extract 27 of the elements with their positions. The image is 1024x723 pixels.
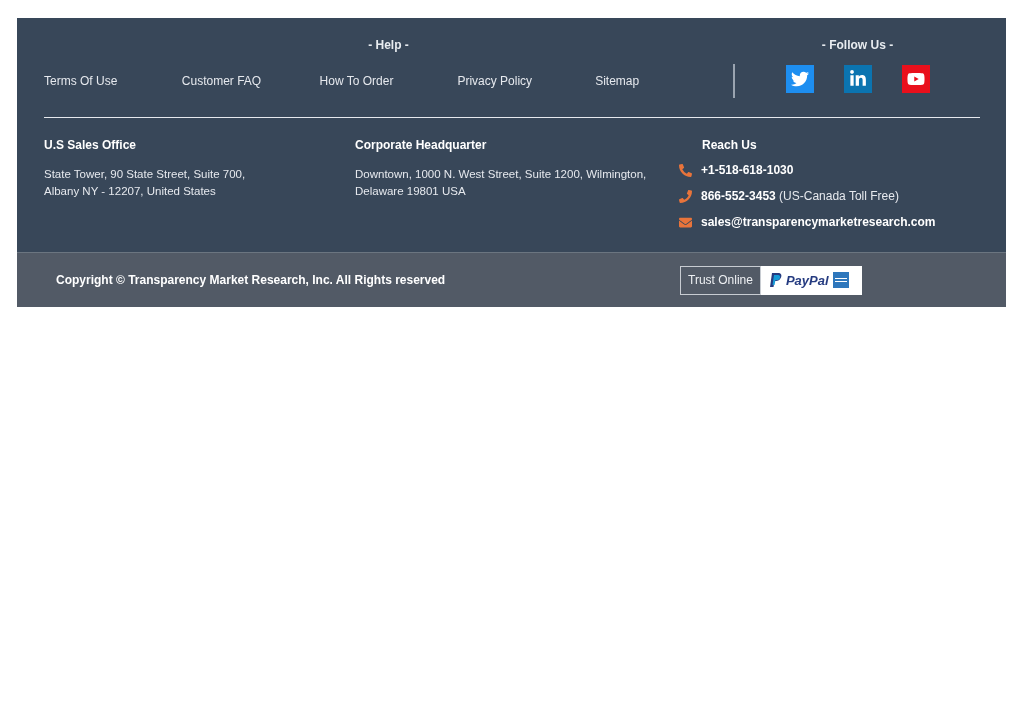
contact-value: 866-552-3453: [701, 189, 776, 203]
footer-link[interactable]: Terms Of Use: [44, 74, 182, 88]
phone-icon: [679, 163, 693, 177]
paypal-p-icon: [769, 273, 782, 287]
envelope-icon: [679, 215, 693, 229]
social-in-icon[interactable]: [843, 65, 872, 93]
office-address: Downtown, 1000 N. West Street, Suite 1200, Wilmington, Delaware 19801 USA: [355, 167, 647, 199]
follow-heading: - Follow Us -: [821, 38, 894, 52]
copyright-text: Copyright © Transparency Market Research, Inc. All Rights reserved: [56, 273, 447, 287]
contact-value: +1-518-618-1030: [701, 163, 794, 177]
paypal-logo-text: PayPal: [785, 272, 829, 288]
office-address: State Tower, 90 State Street, Suite 700, Albany NY - 12207, United States: [44, 167, 246, 199]
telephone-icon: [679, 189, 693, 203]
play-icon[interactable]: [901, 65, 930, 93]
footer-link[interactable]: Sitemap: [595, 74, 733, 88]
reach-heading: Reach Us: [702, 138, 758, 152]
footer-link[interactable]: Customer FAQ: [181, 74, 320, 88]
footer-link[interactable]: Privacy Policy: [457, 74, 596, 88]
contact-value: sales@transparencymarketresearch.com: [701, 215, 936, 229]
office-title: U.S Sales Office: [44, 138, 138, 152]
help-heading: - Help -: [367, 38, 410, 52]
footer-link[interactable]: How To Order: [319, 74, 458, 88]
trust-online-badge: Trust Online: [680, 265, 761, 295]
contact-note: (US-Canada Toll Free): [779, 189, 899, 203]
card-icon: [832, 272, 849, 288]
office-title: Corporate Headquarter: [355, 138, 488, 152]
bird-icon[interactable]: [785, 65, 814, 93]
